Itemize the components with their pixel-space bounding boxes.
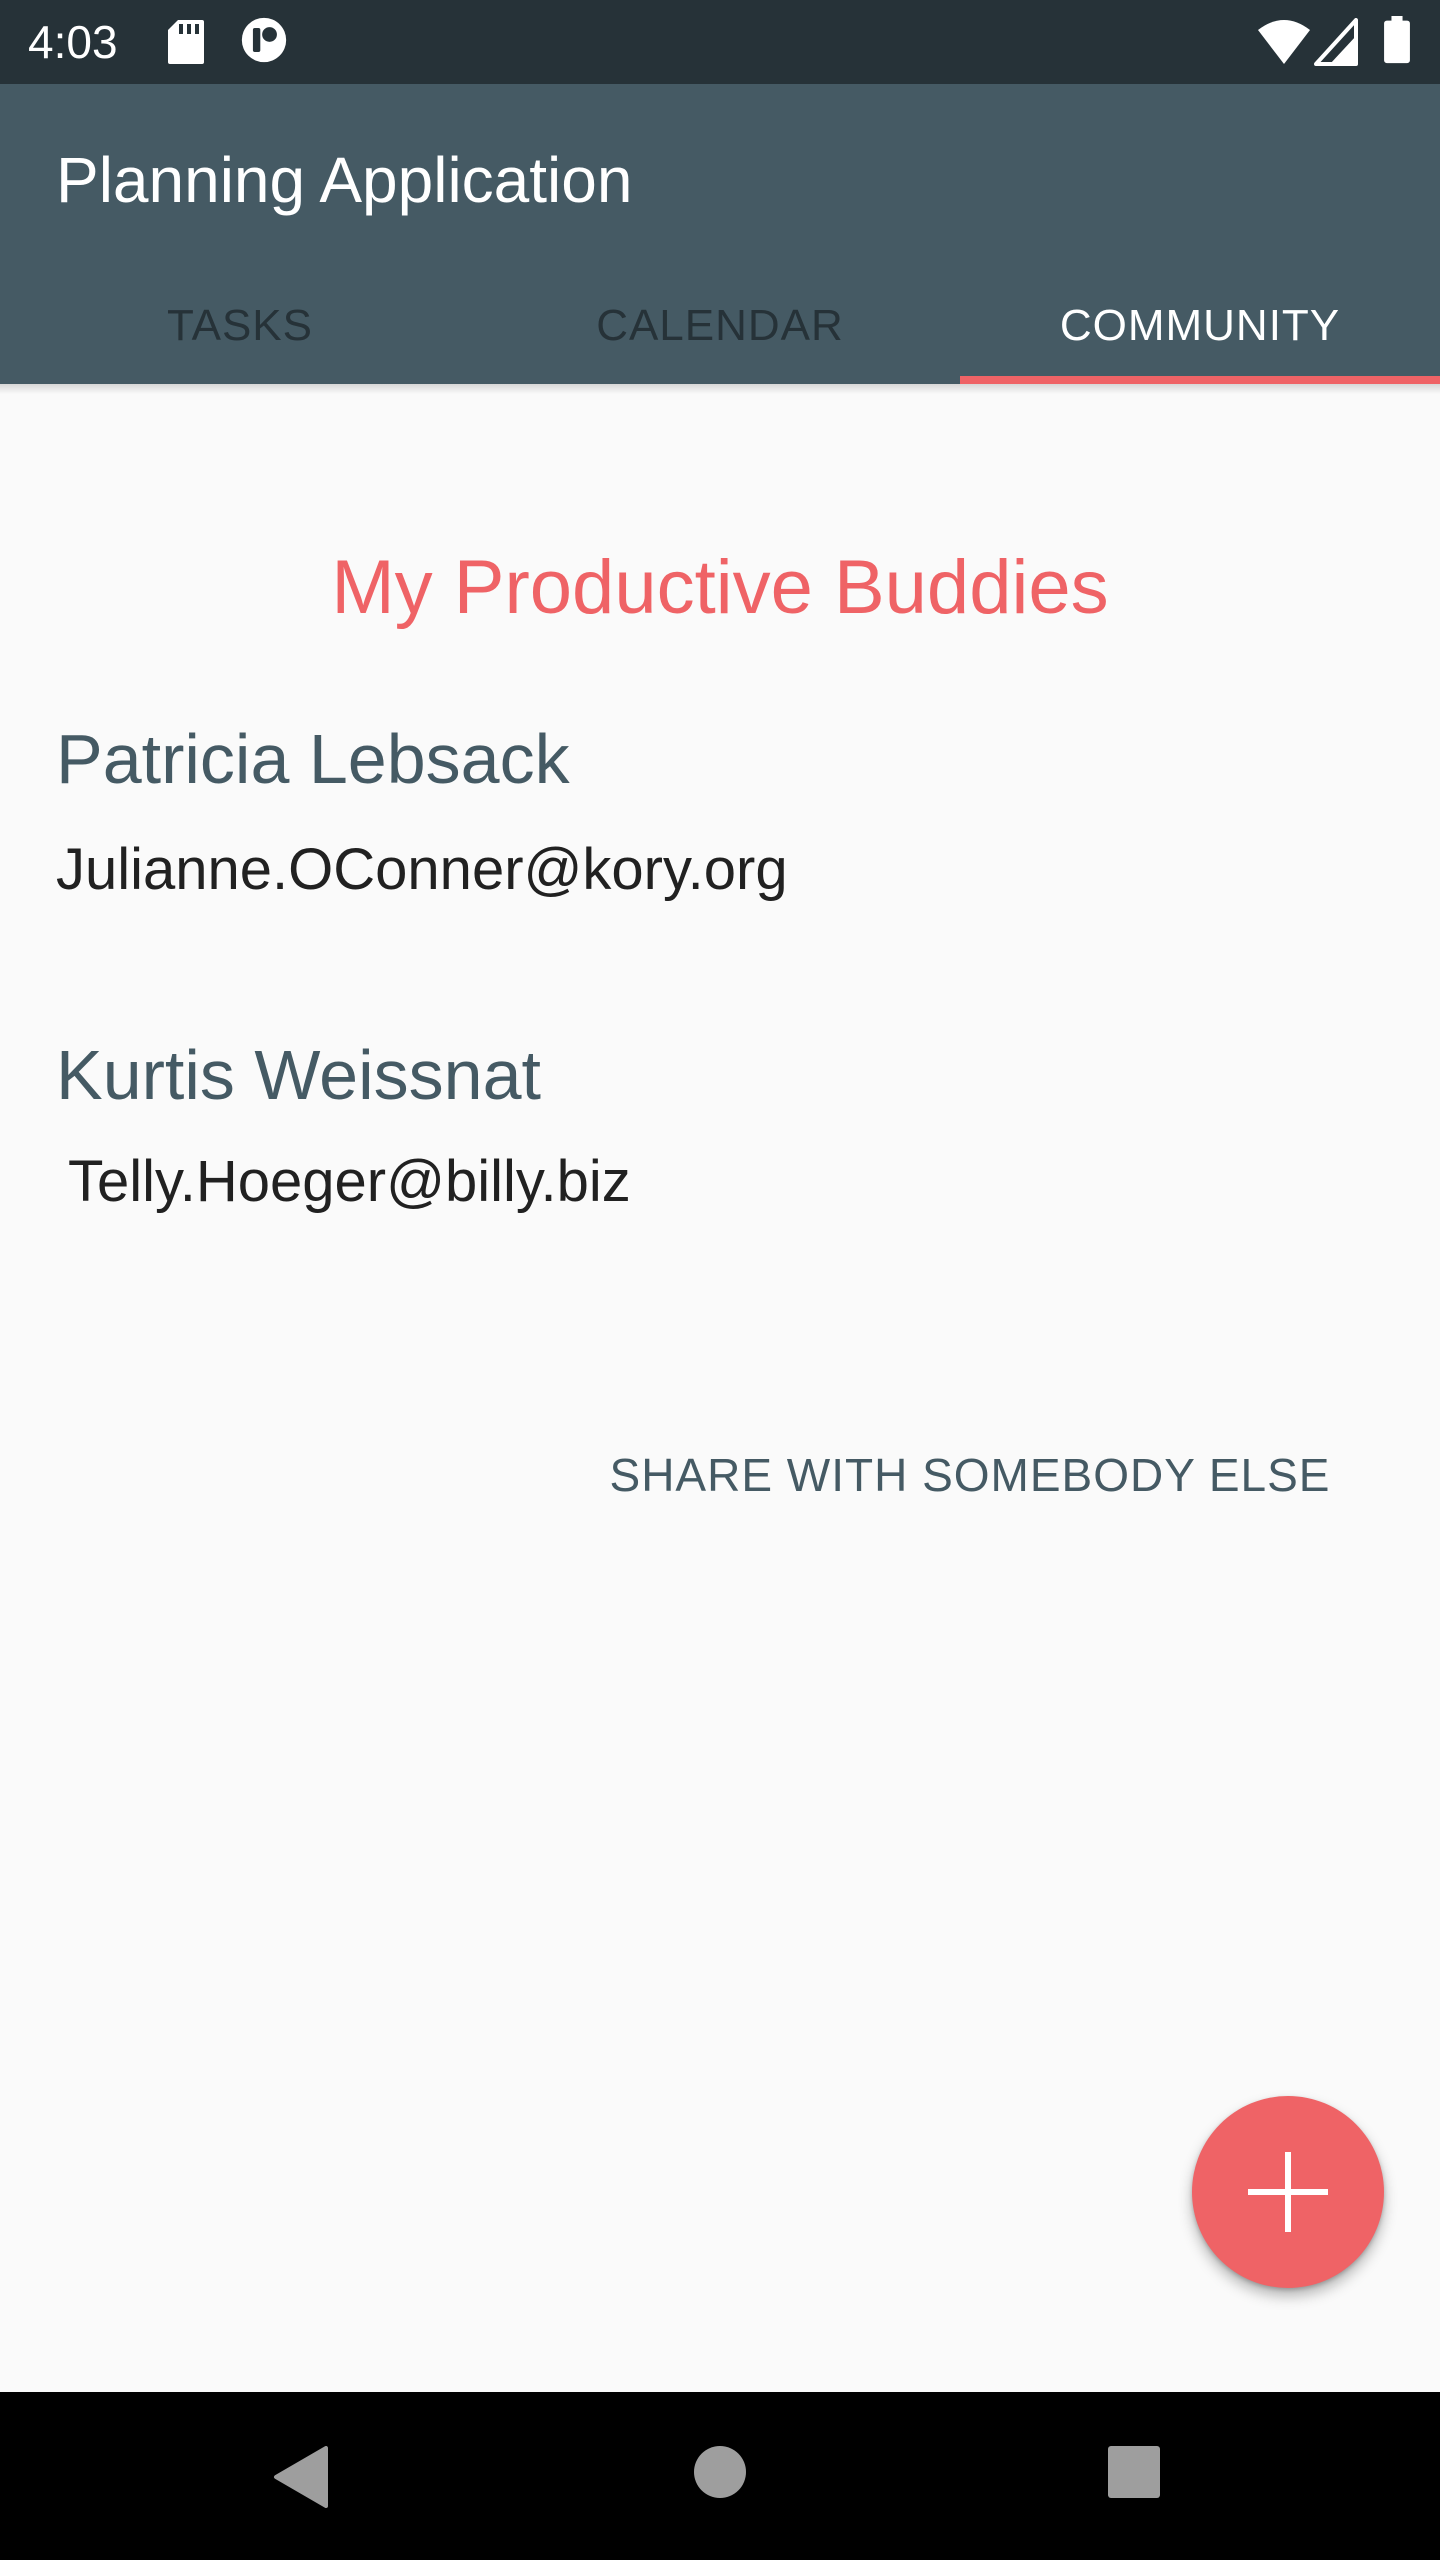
tab-community[interactable]: COMMUNITY: [960, 276, 1440, 384]
status-time: 4:03: [28, 16, 118, 68]
buddy-name: Kurtis Weissnat: [56, 1036, 541, 1114]
add-fab-button[interactable]: [1192, 2096, 1384, 2288]
cell-signal-icon: [1314, 18, 1358, 66]
buddy-name: Patricia Lebsack: [56, 720, 570, 798]
buddy-email: Telly.Hoeger@billy.biz: [68, 1149, 631, 1214]
screen: 4:03 Planning Application TASKS CALENDAR…: [0, 0, 1440, 2560]
buddy-email: Julianne.OConner@kory.org: [56, 837, 788, 902]
tab-bar: TASKS CALENDAR COMMUNITY: [0, 276, 1440, 384]
section-title: My Productive Buddies: [331, 545, 1109, 630]
notification-app-icon: [241, 17, 287, 63]
navigation-bar: [0, 2392, 1440, 2560]
battery-icon: [1384, 16, 1410, 64]
sd-card-icon: [168, 20, 204, 64]
plus-icon: [1248, 2152, 1328, 2232]
recents-icon[interactable]: [1108, 2446, 1160, 2498]
tab-calendar[interactable]: CALENDAR: [480, 276, 960, 384]
wifi-icon: [1258, 20, 1310, 64]
app-bar-shadow: [0, 384, 1440, 394]
home-icon[interactable]: [694, 2446, 746, 2498]
active-tab-indicator: [960, 376, 1440, 384]
status-bar: 4:03: [0, 0, 1440, 84]
back-icon[interactable]: [272, 2446, 328, 2508]
tab-tasks[interactable]: TASKS: [0, 276, 480, 384]
share-button[interactable]: SHARE WITH SOMEBODY ELSE: [590, 1430, 1350, 1520]
app-title: Planning Application: [56, 144, 633, 216]
app-bar: Planning Application TASKS CALENDAR COMM…: [0, 84, 1440, 384]
